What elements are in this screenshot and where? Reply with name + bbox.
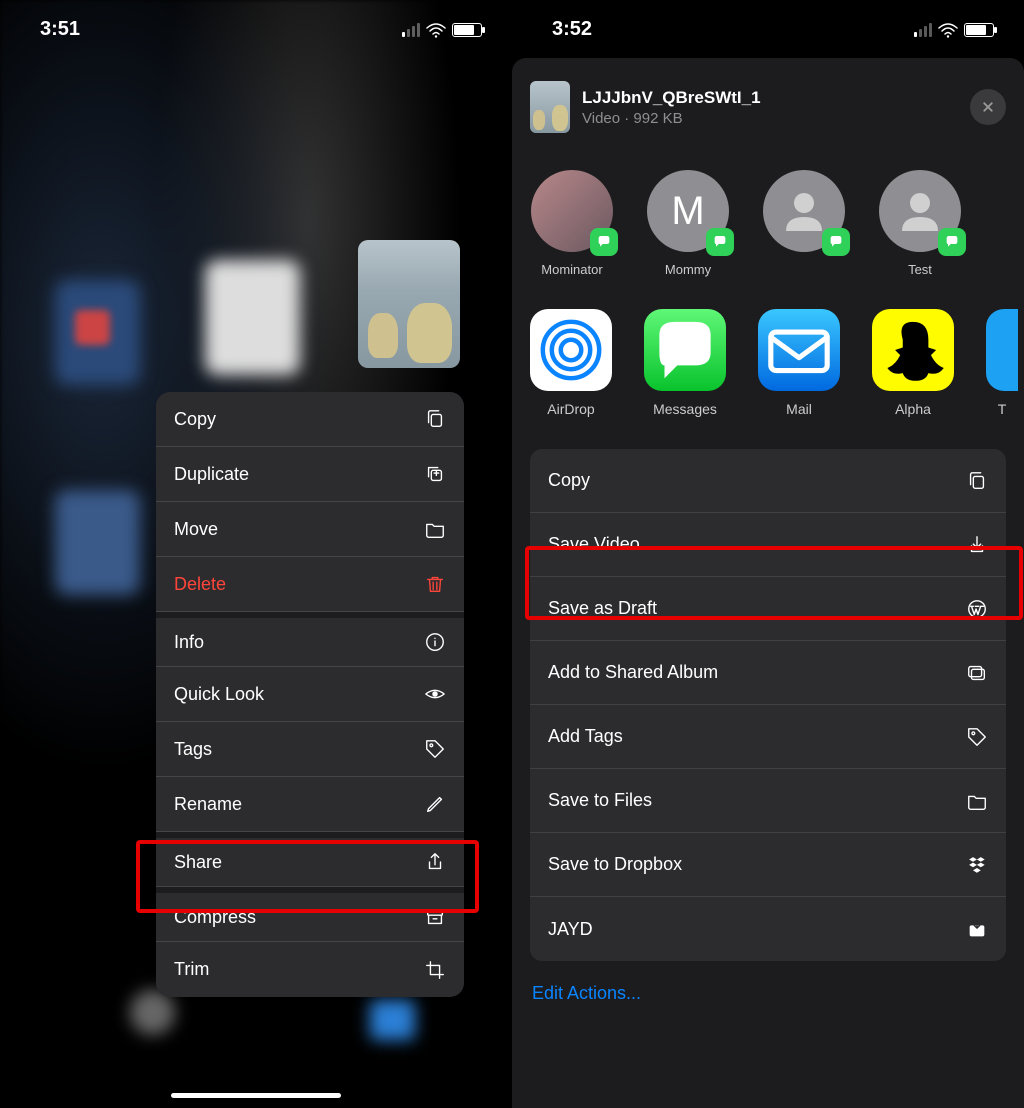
app-label: Mail [786, 401, 812, 417]
close-button[interactable] [970, 89, 1006, 125]
crop-icon [424, 959, 446, 981]
menu-tags-label: Tags [174, 739, 212, 760]
action-add-tags[interactable]: Add Tags [530, 705, 1006, 769]
messages-badge-icon [706, 228, 734, 256]
menu-move[interactable]: Move [156, 502, 464, 557]
status-time: 3:51 [40, 18, 80, 41]
menu-delete[interactable]: Delete [156, 557, 464, 612]
menu-move-label: Move [174, 519, 218, 540]
app-twitter-partial[interactable]: T [986, 309, 1018, 417]
menu-trim[interactable]: Trim [156, 942, 464, 997]
mail-icon [758, 309, 840, 391]
signal-icon [914, 23, 932, 37]
folder-icon [424, 518, 446, 540]
tag-icon [966, 726, 988, 748]
dropbox-icon [966, 854, 988, 876]
menu-trim-label: Trim [174, 959, 209, 980]
action-copy-label: Copy [548, 470, 590, 491]
download-box-icon [966, 918, 988, 940]
menu-rename[interactable]: Rename [156, 777, 464, 832]
messages-badge-icon [590, 228, 618, 256]
app-label: Alpha [895, 401, 931, 417]
wifi-icon [426, 22, 446, 38]
album-icon [966, 662, 988, 684]
trash-icon [424, 573, 446, 595]
left-screen: 3:51 Copy Duplicate Move [0, 0, 512, 1108]
duplicate-icon [424, 463, 446, 485]
home-indicator[interactable] [171, 1093, 341, 1098]
apps-row: AirDrop Messages Mail Alpha [512, 289, 1024, 431]
messages-badge-icon [938, 228, 966, 256]
menu-info[interactable]: Info [156, 612, 464, 667]
video-thumbnail[interactable] [358, 240, 460, 368]
action-save-files-label: Save to Files [548, 790, 652, 811]
app-messages[interactable]: Messages [644, 309, 726, 417]
actions-list: Copy Save Video Save as Draft Add to Sha… [530, 449, 1006, 961]
contact-mommy[interactable]: M Mommy [646, 170, 730, 277]
menu-duplicate-label: Duplicate [174, 464, 249, 485]
contacts-row: Mominator M Mommy Test [512, 142, 1024, 289]
action-copy[interactable]: Copy [530, 449, 1006, 513]
eye-icon [424, 683, 446, 705]
status-time: 3:52 [552, 18, 592, 41]
file-subtitle: Video · 992 KB [582, 110, 970, 127]
action-dropbox-label: Save to Dropbox [548, 854, 682, 875]
folder-icon [966, 790, 988, 812]
contact-mominator[interactable]: Mominator [530, 170, 614, 277]
airdrop-icon [530, 309, 612, 391]
menu-info-label: Info [174, 632, 204, 653]
battery-icon [964, 23, 994, 37]
twitter-icon [986, 309, 1018, 391]
file-name: LJJJbnV_QBreSWtI_1 [582, 88, 970, 108]
menu-tags[interactable]: Tags [156, 722, 464, 777]
menu-delete-label: Delete [174, 574, 226, 595]
status-bar: 3:51 [0, 0, 512, 51]
info-icon [424, 631, 446, 653]
snapchat-icon [872, 309, 954, 391]
messages-badge-icon [822, 228, 850, 256]
menu-copy[interactable]: Copy [156, 392, 464, 447]
contact-redacted[interactable] [762, 170, 846, 277]
action-save-to-files[interactable]: Save to Files [530, 769, 1006, 833]
contact-test[interactable]: Test [878, 170, 962, 277]
menu-duplicate[interactable]: Duplicate [156, 447, 464, 502]
app-airdrop[interactable]: AirDrop [530, 309, 612, 417]
menu-copy-label: Copy [174, 409, 216, 430]
contact-label: Mommy [665, 262, 711, 277]
tag-icon [424, 738, 446, 760]
status-icons [914, 22, 994, 38]
wifi-icon [938, 22, 958, 38]
copy-icon [966, 470, 988, 492]
action-save-to-dropbox[interactable]: Save to Dropbox [530, 833, 1006, 897]
messages-icon [644, 309, 726, 391]
copy-icon [424, 408, 446, 430]
action-add-to-shared-album[interactable]: Add to Shared Album [530, 641, 1006, 705]
action-jayd-label: JAYD [548, 919, 593, 940]
app-label: AirDrop [547, 401, 594, 417]
battery-icon [452, 23, 482, 37]
signal-icon [402, 23, 420, 37]
file-thumbnail [530, 81, 570, 133]
action-jayd[interactable]: JAYD [530, 897, 1006, 961]
menu-quick-look[interactable]: Quick Look [156, 667, 464, 722]
contact-label: Test [908, 262, 932, 277]
highlight-save-video [525, 546, 1023, 620]
contact-label: Mominator [541, 262, 602, 277]
status-icons [402, 22, 482, 38]
menu-quick-look-label: Quick Look [174, 684, 264, 705]
pencil-icon [424, 793, 446, 815]
app-label: T [998, 401, 1007, 417]
status-bar: 3:52 [512, 0, 1024, 51]
highlight-share [136, 840, 479, 913]
edit-actions-link[interactable]: Edit Actions... [512, 961, 1024, 1026]
sheet-header: LJJJbnV_QBreSWtI_1 Video · 992 KB [512, 72, 1024, 142]
app-mail[interactable]: Mail [758, 309, 840, 417]
menu-rename-label: Rename [174, 794, 242, 815]
action-shared-album-label: Add to Shared Album [548, 662, 718, 683]
action-add-tags-label: Add Tags [548, 726, 623, 747]
app-alpha[interactable]: Alpha [872, 309, 954, 417]
app-label: Messages [653, 401, 717, 417]
